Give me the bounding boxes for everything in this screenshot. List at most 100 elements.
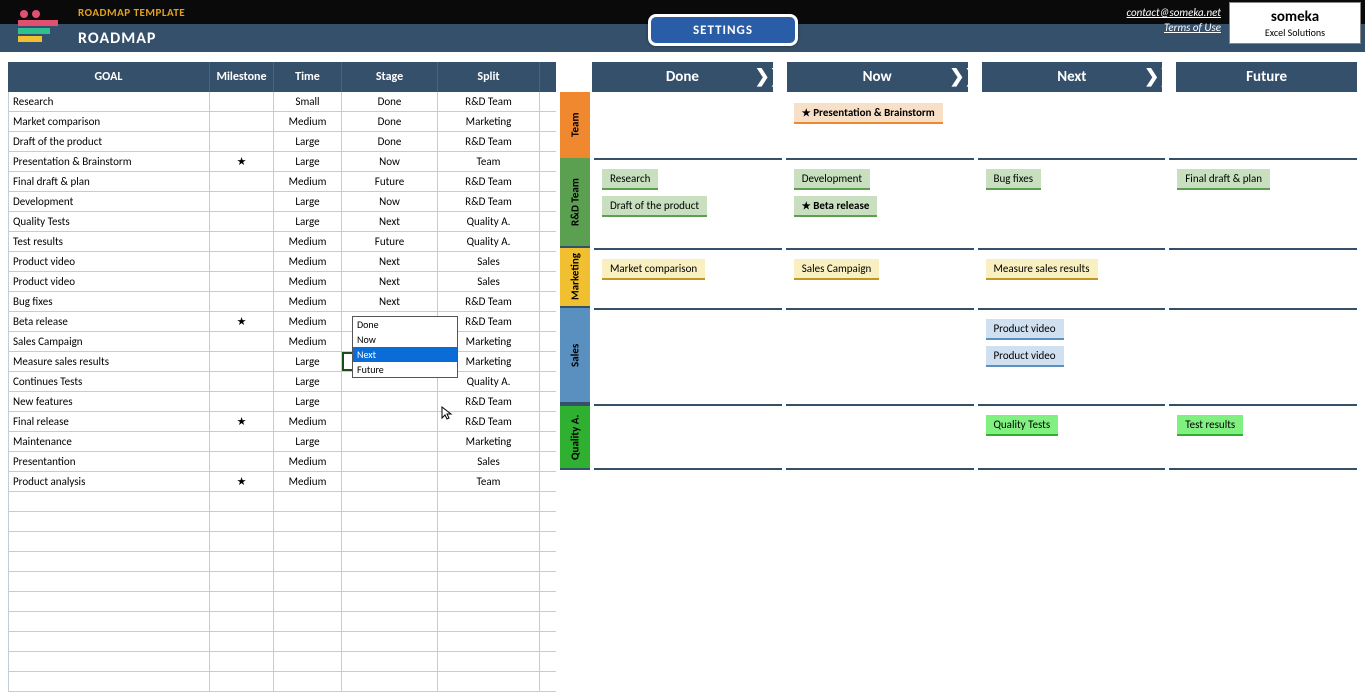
goal-cell[interactable]: Market comparison <box>8 112 210 131</box>
time-cell[interactable]: Medium <box>274 332 342 351</box>
milestone-cell[interactable] <box>210 112 274 131</box>
table-row[interactable] <box>8 512 556 532</box>
roadmap-card[interactable]: Measure sales results <box>986 259 1098 280</box>
table-row[interactable] <box>8 612 556 632</box>
goal-cell[interactable]: Development <box>8 192 210 211</box>
roadmap-card[interactable]: Development <box>794 169 870 190</box>
table-row[interactable]: Final release ★ Medium R&D Team <box>8 412 556 432</box>
milestone-cell[interactable] <box>210 292 274 311</box>
stage-cell[interactable]: Next <box>342 272 438 291</box>
goal-cell[interactable]: Test results <box>8 232 210 251</box>
table-row[interactable]: Product analysis ★ Medium Team <box>8 472 556 492</box>
time-cell[interactable]: Large <box>274 392 342 411</box>
table-row[interactable]: Maintenance Large Marketing <box>8 432 556 452</box>
stage-dropdown[interactable]: DoneNowNextFuture <box>352 316 458 378</box>
stage-cell[interactable]: Future <box>342 172 438 191</box>
goal-cell[interactable]: Product analysis <box>8 472 210 491</box>
milestone-cell[interactable] <box>210 332 274 351</box>
table-row[interactable] <box>8 652 556 672</box>
split-cell[interactable]: Quality A. <box>438 212 540 231</box>
split-cell[interactable]: Marketing <box>438 432 540 451</box>
table-row[interactable]: Market comparison Medium Done Marketing <box>8 112 556 132</box>
roadmap-card[interactable]: Final draft & plan <box>1177 169 1270 190</box>
stage-cell[interactable]: Next <box>342 212 438 231</box>
goal-cell[interactable]: Maintenance <box>8 432 210 451</box>
split-cell[interactable]: R&D Team <box>438 192 540 211</box>
goal-cell[interactable]: Quality Tests <box>8 212 210 231</box>
stage-cell[interactable]: Next <box>342 292 438 311</box>
time-cell[interactable]: Large <box>274 372 342 391</box>
time-cell[interactable]: Large <box>274 212 342 231</box>
roadmap-card[interactable]: Bug fixes <box>986 169 1042 190</box>
stage-cell[interactable] <box>342 472 438 491</box>
goal-cell[interactable]: Research <box>8 92 210 111</box>
table-row[interactable]: Sales Campaign Medium Now Marketing <box>8 332 556 352</box>
stage-cell[interactable]: Done <box>342 132 438 151</box>
milestone-cell[interactable] <box>210 392 274 411</box>
terms-link[interactable]: Terms of Use <box>1164 21 1221 34</box>
milestone-cell[interactable]: ★ <box>210 312 274 331</box>
table-row[interactable]: Bug fixes Medium Next R&D Team <box>8 292 556 312</box>
goal-cell[interactable]: Final release <box>8 412 210 431</box>
stage-cell[interactable] <box>342 452 438 471</box>
milestone-cell[interactable] <box>210 252 274 271</box>
goal-cell[interactable]: Final draft & plan <box>8 172 210 191</box>
split-cell[interactable]: R&D Team <box>438 92 540 111</box>
split-cell[interactable]: Quality A. <box>438 232 540 251</box>
goal-cell[interactable]: Presentation & Brainstorm <box>8 152 210 171</box>
dropdown-option[interactable]: Done <box>353 317 457 332</box>
milestone-cell[interactable] <box>210 92 274 111</box>
milestone-cell[interactable]: ★ <box>210 472 274 491</box>
settings-button[interactable]: SETTINGS <box>648 14 798 46</box>
split-cell[interactable]: R&D Team <box>438 412 540 431</box>
goal-cell[interactable]: Measure sales results <box>8 352 210 371</box>
table-row[interactable]: Quality Tests Large Next Quality A. <box>8 212 556 232</box>
milestone-cell[interactable] <box>210 172 274 191</box>
table-row[interactable]: Draft of the product Large Done R&D Team <box>8 132 556 152</box>
split-cell[interactable]: R&D Team <box>438 132 540 151</box>
milestone-cell[interactable] <box>210 352 274 371</box>
time-cell[interactable]: Large <box>274 192 342 211</box>
split-cell[interactable]: Marketing <box>438 112 540 131</box>
stage-cell[interactable] <box>342 412 438 431</box>
time-cell[interactable]: Medium <box>274 272 342 291</box>
goal-cell[interactable]: Sales Campaign <box>8 332 210 351</box>
roadmap-card[interactable]: Draft of the product <box>602 196 707 217</box>
milestone-cell[interactable] <box>210 432 274 451</box>
table-row[interactable]: Final draft & plan Medium Future R&D Tea… <box>8 172 556 192</box>
time-cell[interactable]: Medium <box>274 472 342 491</box>
table-row[interactable]: Continues Tests Large Quality A. <box>8 372 556 392</box>
milestone-cell[interactable] <box>210 372 274 391</box>
roadmap-card[interactable]: Product video <box>986 319 1064 340</box>
dropdown-option[interactable]: Now <box>353 332 457 347</box>
goal-cell[interactable]: Bug fixes <box>8 292 210 311</box>
goal-cell[interactable]: Continues Tests <box>8 372 210 391</box>
time-cell[interactable]: Medium <box>274 112 342 131</box>
milestone-cell[interactable]: ★ <box>210 152 274 171</box>
split-cell[interactable]: Sales <box>438 452 540 471</box>
milestone-cell[interactable] <box>210 272 274 291</box>
milestone-cell[interactable] <box>210 232 274 251</box>
table-row[interactable]: Measure sales results Large Next▼ Market… <box>8 352 556 372</box>
goal-cell[interactable]: Beta release <box>8 312 210 331</box>
stage-cell[interactable]: Now <box>342 152 438 171</box>
milestone-cell[interactable] <box>210 452 274 471</box>
goal-cell[interactable]: Draft of the product <box>8 132 210 151</box>
split-cell[interactable]: Sales <box>438 272 540 291</box>
table-row[interactable]: Presentantion Medium Sales <box>8 452 556 472</box>
milestone-cell[interactable] <box>210 132 274 151</box>
stage-cell[interactable]: Next <box>342 252 438 271</box>
time-cell[interactable]: Medium <box>274 412 342 431</box>
time-cell[interactable]: Medium <box>274 252 342 271</box>
roadmap-card[interactable]: Market comparison <box>602 259 705 280</box>
table-row[interactable] <box>8 572 556 592</box>
split-cell[interactable]: R&D Team <box>438 292 540 311</box>
stage-cell[interactable]: Done <box>342 112 438 131</box>
roadmap-card[interactable]: Quality Tests <box>986 415 1059 436</box>
stage-cell[interactable] <box>342 392 438 411</box>
time-cell[interactable]: Medium <box>274 312 342 331</box>
split-cell[interactable]: R&D Team <box>438 392 540 411</box>
table-row[interactable]: Product video Medium Next Sales <box>8 252 556 272</box>
split-cell[interactable]: Team <box>438 152 540 171</box>
table-row[interactable]: Development Large Now R&D Team <box>8 192 556 212</box>
